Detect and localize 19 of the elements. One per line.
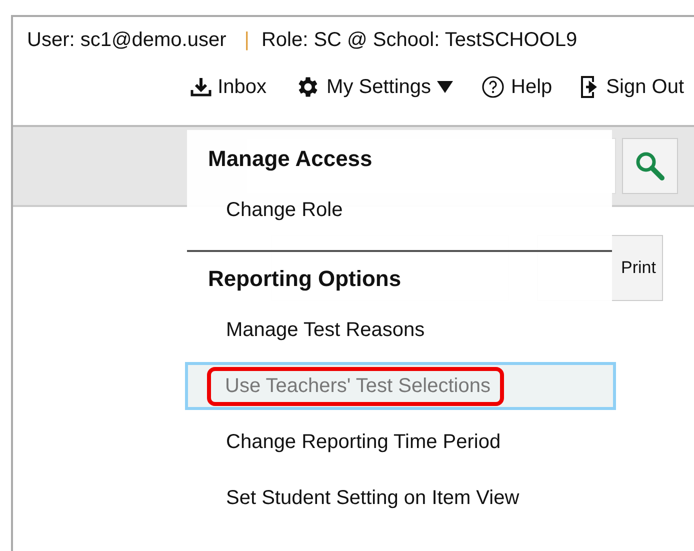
menu-section-title: Reporting Options (207, 266, 402, 292)
caret-icon (437, 81, 454, 93)
nav-link[interactable]: Inbox (190, 74, 267, 100)
nav-link[interactable]: Sign Out (580, 74, 684, 100)
nav-link[interactable]: My Settings (294, 74, 454, 100)
nav-link[interactable]: Help (481, 74, 552, 100)
user-label: User: sc1@demo.user (27, 29, 226, 52)
menu-item[interactable]: Change Reporting Time Period (208, 422, 515, 462)
download-icon (190, 77, 212, 97)
menu-item[interactable]: Change Role (208, 190, 357, 230)
menu-item[interactable]: Set Student Setting on Item View (208, 478, 534, 518)
search-button[interactable] (622, 138, 678, 194)
help-icon (481, 75, 506, 99)
separator: | (243, 29, 250, 52)
role-label: Role: SC @ School: TestSCHOOL9 (261, 29, 578, 52)
menu-item[interactable]: Manage Test Reasons (208, 310, 439, 350)
menu-item[interactable]: Use Teachers' Test Selections (207, 366, 504, 406)
menu-section-title: Manage Access (207, 146, 374, 172)
search-icon (635, 151, 665, 181)
